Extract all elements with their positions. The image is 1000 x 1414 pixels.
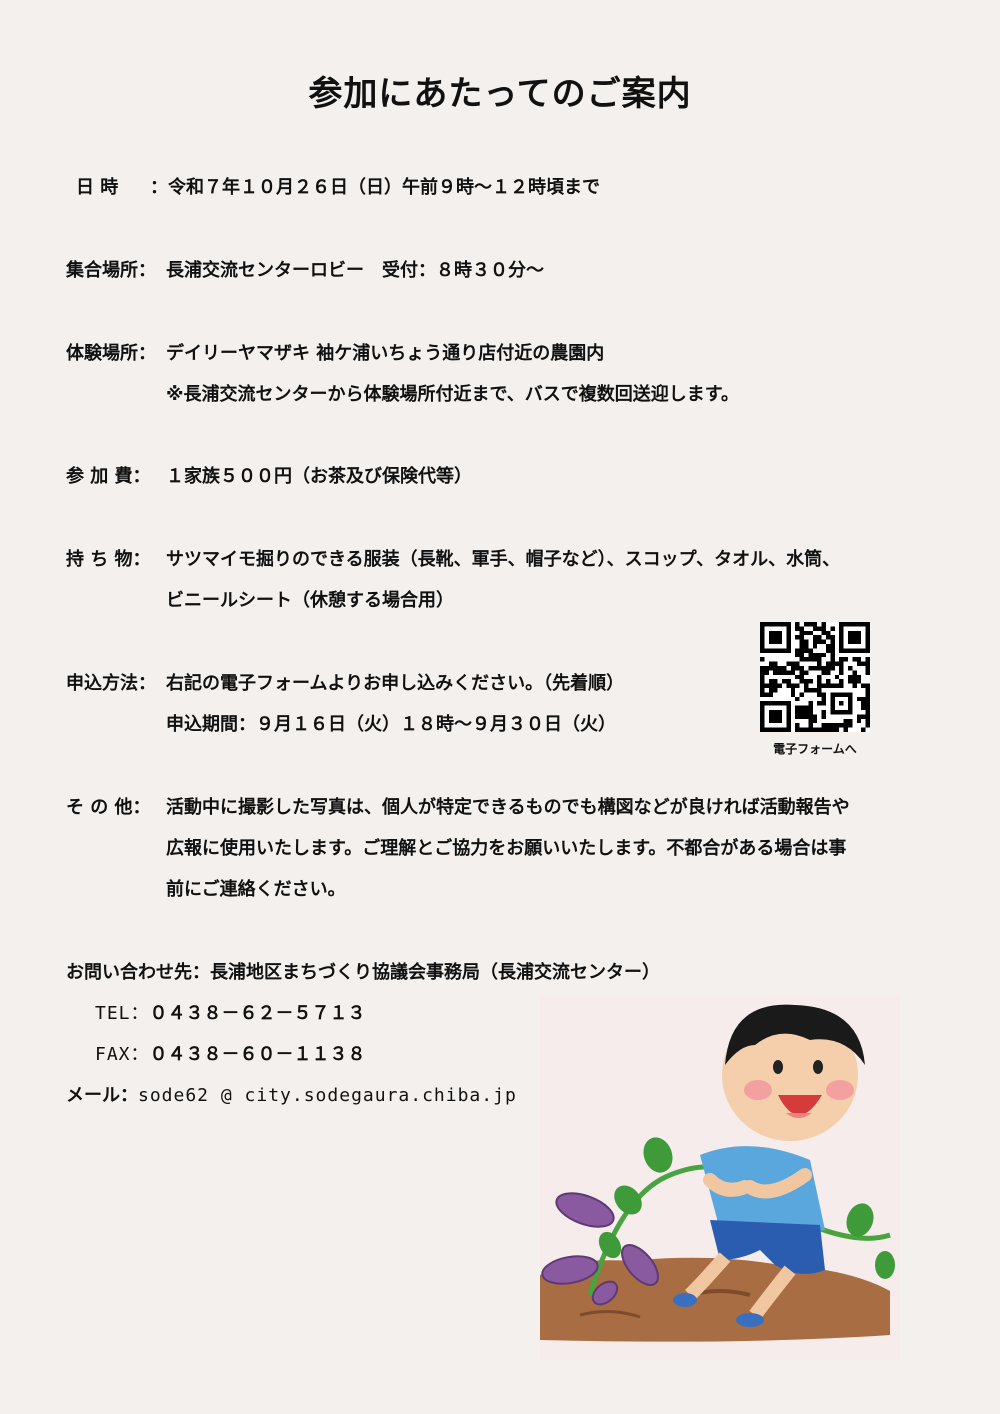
contact-heading: お問い合わせ先：長浦地区まちづくり協議会事務局（長浦交流センター） [66,962,660,983]
venue-label: 体験場所： [66,343,156,364]
apply-period: 申込期間：９月１６日（火）１８時～９月３０日（火） [166,714,616,735]
other-line1: 活動中に撮影した写真は、個人が特定できるものでも構図などが良ければ活動報告や [166,797,850,818]
tel-label: TEL： [95,1003,150,1024]
belongings-label: 持 ち 物： [66,549,151,570]
fax-label: FAX： [95,1044,150,1065]
venue-note: ※長浦交流センターから体験場所付近まで、バスで複数回送迎します。 [166,384,739,405]
datetime-value: ：令和７年１０月２６日（日）午前９時～１２時頃まで [150,177,600,198]
tel-row: TEL：０４３８－６２－５７１３ [95,999,366,1025]
fee-value: １家族５００円（お茶及び保険代等） [166,466,472,487]
meeting-label: 集合場所： [66,260,156,281]
other-line2: 広報に使用いたします。ご理解とご協力をお願いいたします。不都合がある場合は事 [166,838,847,859]
mail-label: メール： [66,1085,138,1106]
qr-code-icon[interactable] [760,622,870,732]
apply-label: 申込方法： [66,673,156,694]
other-label: そ の 他： [66,797,151,818]
mail-address[interactable]: sode62 @ city.sodegaura.chiba.jp [138,1085,517,1106]
belongings-line1: サツマイモ掘りのできる服装（長靴、軍手、帽子など）、スコップ、タオル、水筒、 [166,549,841,570]
mail-row: メール：sode62 @ city.sodegaura.chiba.jp [66,1081,517,1107]
apply-line1: 右記の電子フォームよりお申し込みください。（先着順） [166,673,625,694]
fee-label: 参 加 費： [66,466,151,487]
page-title: 参加にあたってのご案内 [308,74,692,114]
qr-caption: 電子フォームへ [773,742,857,756]
belongings-line2: ビニールシート（休憩する場合用） [166,590,454,611]
fax-number: ０４３８－６０－１１３８ [149,1044,366,1065]
other-line3: 前にご連絡ください。 [166,879,346,900]
tel-number: ０４３８－６２－５７１３ [149,1003,366,1024]
meeting-value: 長浦交流センターロビー 受付：８時３０分～ [166,260,544,281]
sweet-potato-digging-illustration [540,995,900,1360]
venue-value: デイリーヤマザキ 袖ケ浦いちょう通り店付近の農園内 [166,343,605,364]
fax-row: FAX：０４３８－６０－１１３８ [95,1040,366,1066]
datetime-label: 日 時 [76,177,119,198]
